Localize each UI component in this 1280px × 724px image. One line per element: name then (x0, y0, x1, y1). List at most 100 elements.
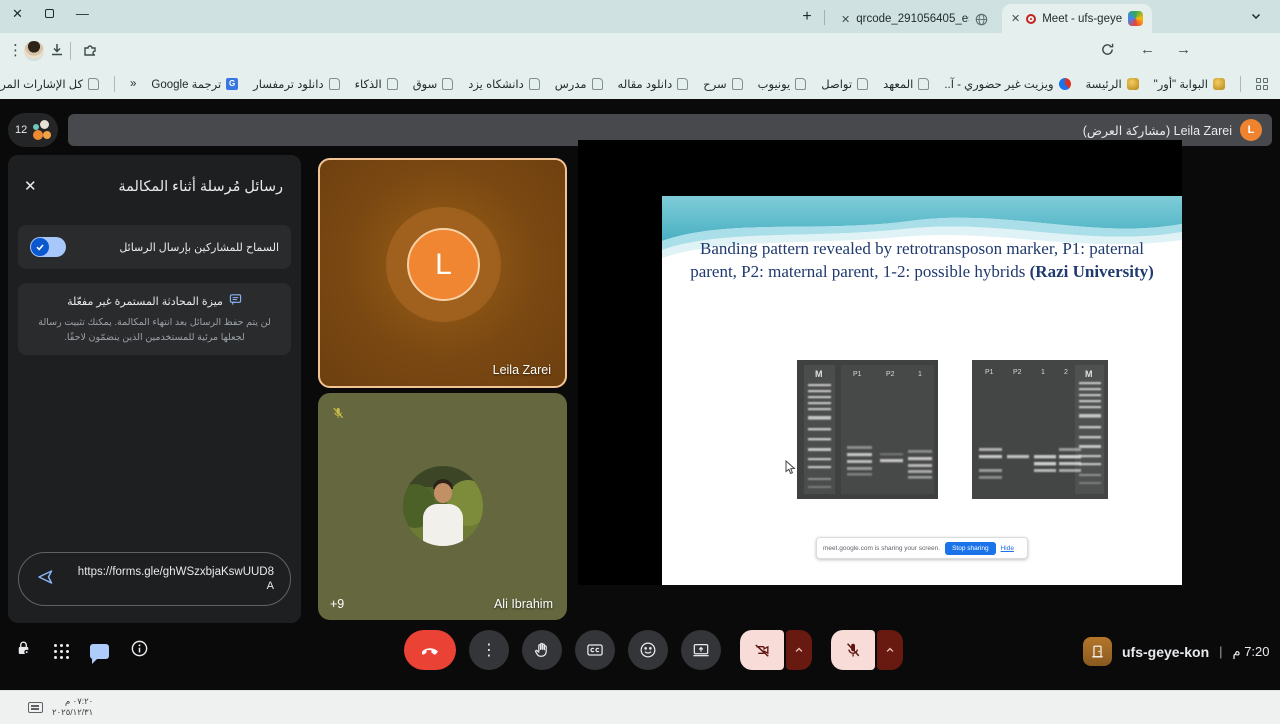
svg-text:M: M (1085, 369, 1093, 379)
bookmark-item[interactable]: الذكاء (355, 77, 398, 91)
allow-messages-row: السماح للمشاركين بإرسال الرسائل (18, 225, 291, 269)
new-tab-button[interactable]: + (795, 5, 819, 29)
profile-avatar[interactable] (24, 41, 44, 61)
tab-close-icon[interactable]: ✕ (841, 13, 850, 26)
camera-off-button[interactable] (740, 630, 784, 670)
in-call-messages-panel: ✕ رسائل مُرسلة أثناء المكالمة السماح للم… (8, 155, 301, 623)
browser-menu-icon[interactable]: ⋮ (8, 41, 23, 59)
svg-text:1: 1 (918, 371, 922, 378)
bookmarks-overflow-chevron[interactable]: « (130, 78, 136, 90)
svg-text:1: 1 (1041, 369, 1045, 376)
clock-time: ٠٧:٢٠ م (52, 696, 93, 707)
tab-meet-active[interactable]: ✕ Meet - ufs-geye-kon (1002, 4, 1152, 33)
bookmark-page-icon (387, 78, 398, 90)
camera-options-chevron-icon[interactable] (786, 630, 812, 670)
hide-banner-link[interactable]: Hide (1001, 545, 1014, 552)
svg-text:P1: P1 (985, 369, 994, 376)
download-icon[interactable] (49, 42, 65, 62)
window-close-button[interactable]: ✕ (12, 7, 23, 20)
bookmark-item[interactable]: تواصل (821, 77, 868, 91)
raise-hand-button[interactable] (522, 630, 562, 670)
slide-title-bold: (Razi University) (1030, 262, 1154, 281)
bookmarks-separator (114, 76, 115, 92)
participants-count-pill[interactable]: 12 (8, 113, 58, 147)
panel-title: رسائل مُرسلة أثناء المكالمة (118, 179, 283, 195)
tab-qrcode[interactable]: ✕ qrcode_291056405_e5f5a8bcb (832, 5, 997, 33)
bookmark-favicon-icon (1059, 78, 1071, 90)
mic-control-group (831, 630, 903, 670)
share-banner-text: meet.google.com is sharing your screen. (823, 545, 940, 552)
tab-close-icon[interactable]: ✕ (1011, 12, 1020, 25)
bookmark-page-icon (732, 78, 743, 90)
window-controls: ✕ — (12, 7, 89, 20)
message-link-text[interactable]: https://forms.gle/ghWSzxbjaKswUUD8 (65, 566, 274, 578)
present-screen-button[interactable] (681, 630, 721, 670)
send-message-icon[interactable] (35, 567, 55, 592)
bookmarks-separator (1240, 76, 1241, 92)
bookmark-item[interactable]: دانلود ترمفسار (253, 77, 339, 91)
reload-icon[interactable] (1100, 42, 1115, 61)
back-icon[interactable]: ← (1140, 41, 1155, 58)
window-restore-button[interactable] (45, 9, 54, 18)
bookmark-item[interactable]: سوق (413, 77, 454, 91)
bookmark-page-icon (442, 78, 453, 90)
bookmark-label: دانلود مقاله (618, 77, 673, 91)
bookmark-page-icon (857, 78, 868, 90)
mic-off-button[interactable] (831, 630, 875, 670)
end-call-button[interactable] (404, 630, 456, 670)
bookmark-page-icon (88, 78, 99, 90)
mic-options-chevron-icon[interactable] (877, 630, 903, 670)
screen-share-banner: meet.google.com is sharing your screen. … (816, 537, 1028, 559)
captions-button[interactable] (575, 630, 615, 670)
meet-favicon-icon (1128, 11, 1143, 26)
video-tile-leila[interactable]: L Leila Zarei (318, 158, 567, 388)
allow-messages-label: السماح للمشاركين بإرسال الرسائل (119, 241, 279, 254)
allow-messages-toggle[interactable] (30, 237, 66, 257)
extensions-icon[interactable] (82, 42, 98, 62)
bookmarks-apps-grid-icon[interactable] (1256, 78, 1268, 91)
bookmark-item[interactable]: مدرس (555, 77, 603, 91)
bookmark-item[interactable]: يونيوب (758, 77, 807, 91)
touch-keyboard-icon[interactable] (28, 702, 43, 713)
panel-close-button[interactable]: ✕ (24, 177, 37, 195)
footer-separator: | (1219, 644, 1222, 659)
stop-sharing-button[interactable]: Stop sharing (945, 542, 996, 555)
bookmark-item[interactable]: المعهد (883, 77, 929, 91)
browser-tab-bar: ✕ — + ✕ qrcode_291056405_e5f5a8bcb ✕ Mee… (0, 0, 1280, 33)
reactions-button[interactable] (628, 630, 668, 670)
all-bookmarks-button[interactable]: كل الإشارات المرجعية (0, 77, 99, 91)
forward-icon[interactable]: → (1176, 41, 1191, 58)
camera-control-group (740, 630, 812, 670)
bookmark-item[interactable]: البوابة "أور" (1154, 77, 1225, 91)
presented-slide: Banding pattern revealed by retrotranspo… (662, 196, 1182, 585)
bookmark-label: تواصل (821, 77, 852, 91)
presenter-avatar: L (1240, 119, 1262, 141)
message-input[interactable]: https://forms.gle/ghWSzxbjaKswUUD8 A (18, 552, 291, 606)
window-minimize-button[interactable]: — (76, 7, 89, 20)
bookmark-item[interactable]: دانلود مقاله (618, 77, 689, 91)
bookmark-item[interactable]: الرئيسة (1086, 77, 1139, 91)
host-controls-icon[interactable] (14, 639, 33, 663)
mouse-cursor (785, 460, 796, 480)
bookmarks-bar: البوابة "أور" الرئيسة ويزيت غير حضوري - … (0, 69, 1280, 99)
bookmark-label: ويزيت غير حضوري - آ.. (944, 77, 1053, 91)
bookmark-label: الذكاء (355, 77, 382, 91)
bookmark-item[interactable]: دانشكاه يزد (468, 77, 540, 91)
bookmark-favicon-icon (1127, 78, 1139, 90)
tab-title: qrcode_291056405_e5f5a8bcb (856, 13, 969, 25)
participant-name: Ali Ibrahim (494, 597, 553, 611)
participant-name: Leila Zarei (493, 363, 551, 377)
bookmark-favicon-icon (1213, 78, 1225, 90)
more-options-button[interactable]: ⋮ (469, 630, 509, 670)
taskbar-clock[interactable]: ٠٧:٢٠ م ٢٠٢٥/١٢/٣١ (52, 696, 93, 719)
bookmark-item[interactable]: ويزيت غير حضوري - آ.. (944, 77, 1070, 91)
bookmark-item[interactable]: Gترجمة Google (151, 77, 238, 91)
activities-grid-icon[interactable] (54, 644, 69, 659)
info-icon[interactable] (130, 639, 149, 663)
bookmark-item[interactable]: سرح (703, 77, 742, 91)
video-tile-ali[interactable]: +9 Ali Ibrahim (318, 393, 567, 620)
more-participants-count[interactable]: +9 (330, 597, 344, 611)
chat-icon[interactable] (90, 644, 109, 659)
bookmark-label: يونيوب (758, 77, 791, 91)
tab-list-chevron-icon[interactable] (1250, 9, 1262, 27)
